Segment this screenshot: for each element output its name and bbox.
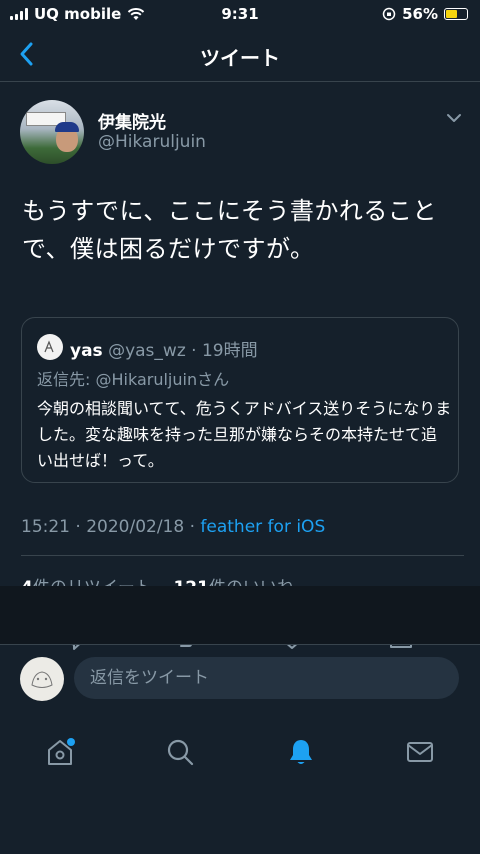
notifications-icon[interactable] [285, 736, 317, 768]
quote-avatar [37, 334, 63, 360]
tweet-meta: 15:21 · 2020/02/18 · feather for iOS [21, 517, 325, 537]
user-avatar-sketch [31, 671, 53, 688]
reply-bar [0, 644, 480, 714]
home-notification-dot [67, 738, 75, 746]
empty-area [0, 586, 480, 644]
divider [21, 555, 464, 556]
author-handle[interactable]: @Hikaruljuin [98, 132, 206, 152]
orientation-lock-icon [382, 7, 396, 21]
battery-icon [444, 8, 468, 20]
tab-bar [0, 714, 480, 854]
status-right: 56% [382, 5, 468, 23]
nav-header: ツイート [0, 28, 480, 82]
quote-avatar-sketch [44, 340, 54, 353]
author-avatar[interactable] [20, 100, 84, 164]
author-name[interactable]: 伊集院光 [98, 108, 166, 133]
messages-icon[interactable] [404, 736, 436, 768]
quote-text: 今朝の相談聞いてて、危うくアドバイス送りそうになりました。変な趣味を持った旦那が… [37, 399, 452, 470]
tweet-timestamp: 15:21 · 2020/02/18 · [21, 517, 201, 537]
tweet-source-link[interactable]: feather for iOS [200, 517, 325, 537]
page-title: ツイート [200, 46, 280, 70]
quote-author-name: yas [70, 341, 103, 361]
battery-level [446, 10, 457, 18]
search-icon[interactable] [164, 736, 196, 768]
avatar-cap [55, 122, 79, 132]
battery-percent: 56% [402, 5, 438, 23]
quote-reply-to: 返信先: @Hikaruljuinさん [37, 370, 230, 389]
tweet-text: もうすでに、ここにそう書かれることで、僕は困るだけですが。 [22, 197, 437, 263]
quote-tweet[interactable]: yas @yas_wz · 19時間 返信先: @Hikaruljuinさん 今… [21, 317, 459, 483]
status-bar: UQ mobile 9:31 56% [0, 0, 480, 28]
chevron-down-icon[interactable] [446, 112, 462, 124]
quote-meta: @yas_wz · 19時間 [108, 341, 258, 361]
user-avatar[interactable] [20, 657, 64, 701]
home-icon[interactable] [44, 736, 76, 768]
quote-header: yas @yas_wz · 19時間 [70, 336, 258, 361]
reply-input[interactable] [74, 657, 459, 699]
